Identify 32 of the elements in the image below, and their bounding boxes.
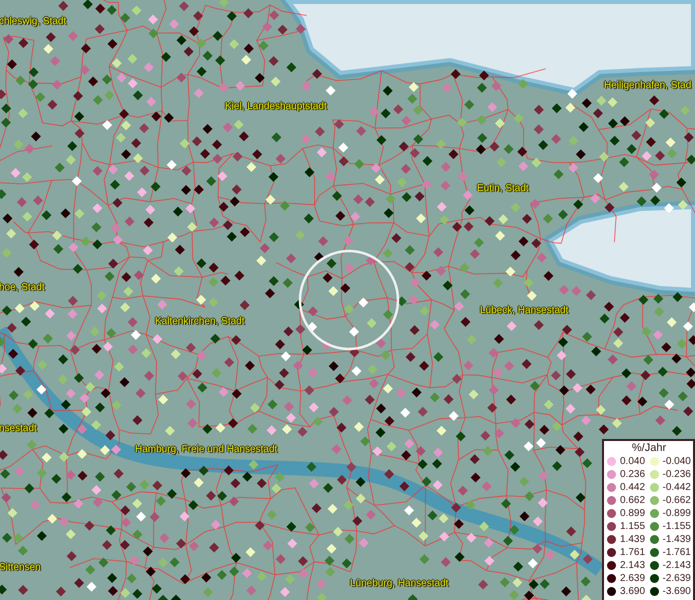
legend-value: -0.899 bbox=[662, 508, 691, 520]
legend-title: %/Jahr bbox=[630, 442, 668, 455]
legend-value: -0.236 bbox=[662, 468, 691, 480]
legend-value: -0.442 bbox=[662, 482, 691, 494]
legend-value: 0.442 bbox=[620, 482, 646, 494]
legend-value: -1.439 bbox=[662, 534, 691, 546]
legend-value: -1.155 bbox=[662, 520, 691, 532]
legend-value: -0.662 bbox=[662, 494, 691, 506]
legend-value: 1.155 bbox=[620, 520, 646, 532]
place-label: nsestadt bbox=[0, 423, 37, 435]
place-label: Lübeck, Hansestadt bbox=[480, 305, 568, 317]
place-label: Hamburg, Freie und Hansestadt bbox=[135, 444, 278, 456]
place-label: hoe, Stadt bbox=[0, 282, 45, 294]
legend-value: -3.690 bbox=[662, 586, 691, 598]
legend-value: 0.040 bbox=[620, 456, 646, 468]
place-label: Kaltenkirchen, Stadt bbox=[155, 316, 244, 328]
legend-value: 1.761 bbox=[620, 546, 646, 558]
legend-value: 1.439 bbox=[620, 534, 646, 546]
place-label: Lüneburg, Hansestadt bbox=[350, 578, 448, 590]
place-label: Eutin, Stadt bbox=[477, 183, 529, 195]
legend-value: -2.639 bbox=[662, 572, 691, 584]
legend-value: -0.040 bbox=[662, 456, 691, 468]
legend-value: -2.143 bbox=[662, 560, 691, 572]
legend-value: -1.761 bbox=[662, 546, 691, 558]
legend-value: 0.236 bbox=[620, 468, 646, 480]
legend-value: 2.143 bbox=[620, 560, 646, 572]
legend-value: 0.899 bbox=[620, 508, 646, 520]
legend-value: 0.662 bbox=[620, 494, 646, 506]
place-label: Heiligenhafen, Stad bbox=[604, 80, 692, 92]
legend-value: 3.690 bbox=[620, 586, 646, 598]
legend-value: 2.639 bbox=[620, 572, 646, 584]
place-label: Kiel, Landeshauptstadt bbox=[225, 101, 327, 113]
